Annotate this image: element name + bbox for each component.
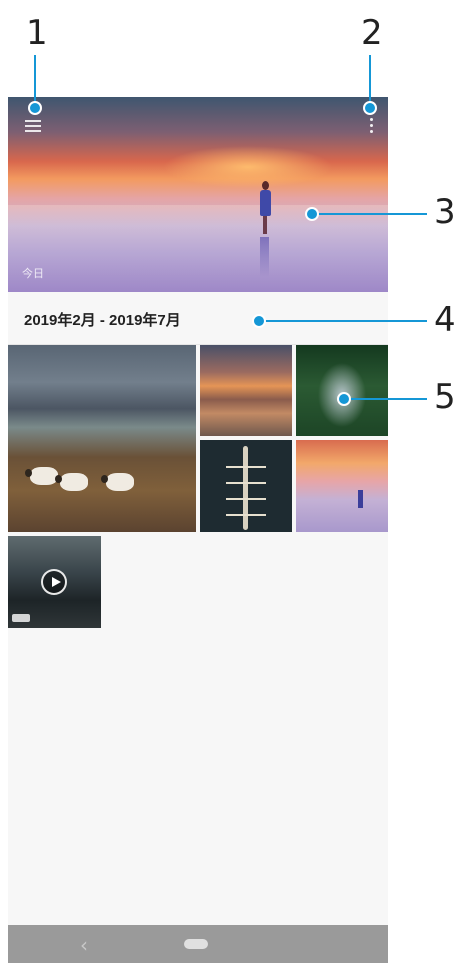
- photo-thumbnail-beach[interactable]: [296, 440, 388, 532]
- hero-image[interactable]: 今日: [8, 97, 388, 292]
- system-nav-bar: ‹: [8, 925, 388, 963]
- date-range-label: 2019年2月 - 2019年7月: [24, 312, 181, 329]
- callout-3: 3: [434, 192, 456, 232]
- callout-5: 5: [434, 377, 456, 417]
- callout-1: 1: [26, 13, 48, 53]
- hero-reflection: [260, 237, 269, 277]
- callout-5-dot: [337, 392, 351, 406]
- callout-3-dot: [305, 207, 319, 221]
- more-vert-icon[interactable]: [360, 114, 384, 138]
- callout-4-dot: [252, 314, 266, 328]
- callout-5-line: [345, 398, 427, 400]
- video-badge-icon: [12, 614, 30, 622]
- callout-1-dot: [28, 101, 42, 115]
- hero-water: [8, 205, 388, 292]
- callout-2: 2: [361, 13, 383, 53]
- photo-thumbnail-rowers[interactable]: [200, 440, 292, 532]
- back-chevron-icon[interactable]: ‹: [80, 933, 88, 957]
- hero-date-label: 今日: [22, 268, 44, 280]
- home-pill-icon[interactable]: [184, 939, 208, 949]
- album-screen: 今日 2019年2月 - 2019年7月 ‹: [8, 97, 388, 963]
- callout-4-line: [260, 320, 427, 322]
- photo-thumbnail-sheep[interactable]: [8, 345, 196, 532]
- play-icon: [41, 569, 67, 595]
- date-range-header: 2019年2月 - 2019年7月: [8, 292, 388, 345]
- video-thumbnail[interactable]: [8, 536, 101, 628]
- callout-2-line: [369, 55, 371, 105]
- callout-2-dot: [363, 101, 377, 115]
- hero-figure: [258, 181, 272, 239]
- photo-thumbnail-sunset[interactable]: [200, 345, 292, 436]
- hamburger-menu-icon[interactable]: [25, 115, 49, 139]
- callout-1-line: [34, 55, 36, 105]
- callout-4: 4: [434, 300, 456, 340]
- photo-thumbnail-bridge[interactable]: [296, 345, 388, 436]
- callout-3-line: [315, 213, 427, 215]
